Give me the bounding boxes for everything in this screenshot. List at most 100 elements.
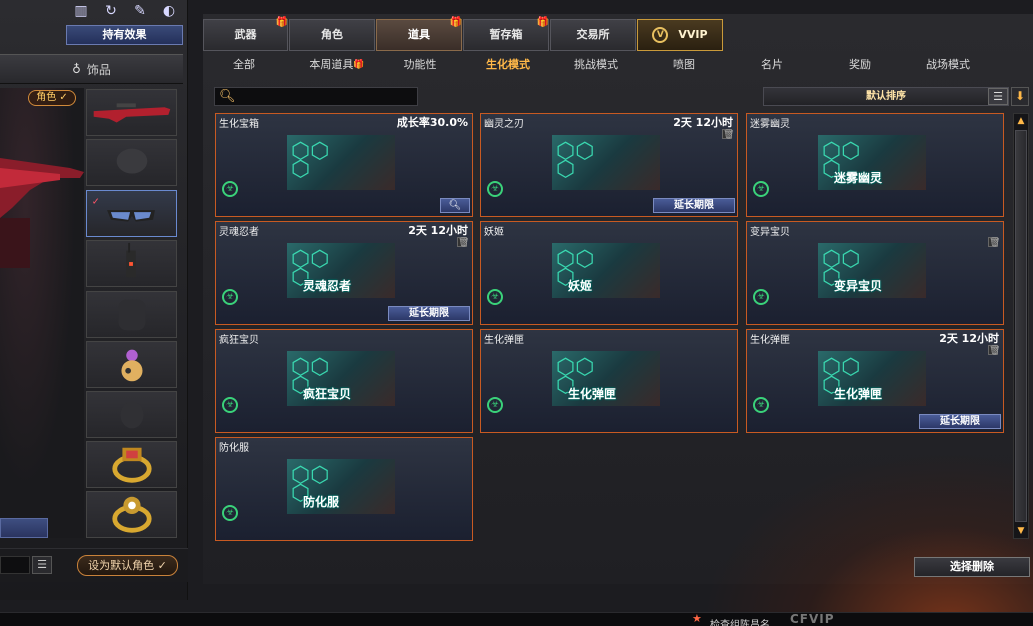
lock-icon[interactable]: 🗑 [722,129,734,140]
extend-period-button[interactable]: 延长期限 [653,198,735,213]
camera-icon[interactable]: ◐ [160,2,178,20]
notification-icon[interactable]: ★ [692,612,702,625]
search-input[interactable]: 🔍︎ [214,87,418,106]
radio-icon [126,242,136,278]
pose-icon[interactable]: ✎ [131,2,149,20]
lock-icon[interactable]: 🗑 [988,237,1000,248]
item-card[interactable]: 变异宝贝 🗑 ⬡⬡ ⬡ 变异宝贝 ☣ [746,221,1004,325]
slot-radio[interactable] [86,240,177,287]
backpack-icon [118,299,146,331]
taskbar-text: 检查组陈昌名 [710,620,770,626]
subtab-battlefield[interactable]: 战场模式 [918,58,978,72]
owned-effects-button[interactable]: 持有效果 [66,25,183,45]
hexagon-pattern-icon: ⬡⬡ ⬡ [291,139,330,182]
item-name: 灵魂忍者 [219,227,259,238]
item-card[interactable]: 生化宝箱 成长率30.0% ⬡⬡ ⬡ ☣ 🔍︎ [215,113,473,217]
slot-primary-weapon[interactable] [86,89,177,136]
left-filter-input[interactable] [0,556,30,574]
left-action-bar[interactable] [0,518,48,538]
rotate-icon[interactable]: ↻ [102,2,120,20]
tab-label: 暂存箱 [489,28,523,41]
item-caption: 变异宝贝 [834,279,883,293]
tab-characters[interactable]: 角色 [289,19,375,51]
accessory-tab-label: 饰品 [86,62,111,77]
item-name: 生化弹匣 [750,335,790,346]
ring-icon [112,447,152,483]
select-delete-button[interactable]: 选择删除 [914,557,1030,577]
item-card[interactable]: 生化弹匣 2天 12小时 🗑 ⬡⬡ ⬡ 生化弹匣 ☣ 延长期限 [746,329,1004,433]
tab-exchange[interactable]: 交易所 [550,19,636,51]
scrollbar-thumb[interactable] [1015,130,1027,522]
tab-weapons[interactable]: 武器 🎁 [203,18,288,51]
item-card[interactable]: 生化弹匣 ⬡⬡ ⬡ 生化弹匣 ☣ [480,329,738,433]
item-name: 疯狂宝贝 [219,335,259,346]
accessory-tab[interactable]: ♁ 饰品 [0,54,183,84]
item-card[interactable]: 灵魂忍者 2天 12小时 🗑 ⬡⬡ ⬡ 灵魂忍者 ☣ 延长期限 [215,221,473,325]
subtab-rewards[interactable]: 奖励 [830,58,890,72]
item-status: 2天 12小时 [673,116,733,129]
subtab-all[interactable]: 全部 [214,58,274,72]
item-card[interactable]: 幽灵之刃 2天 12小时 🗑 ⬡⬡ ⬡ ☣ 延长期限 [480,113,738,217]
gift-icon: 🎁 [536,17,549,28]
tab-label: VVIP [678,28,708,41]
pendant-icon [120,401,144,429]
set-default-role-button[interactable]: 设为默认角色 ✓ [77,555,178,576]
svg-text:✓: ✓ [92,196,100,207]
accessory-icon: ♁ [72,62,81,76]
tab-vvip[interactable]: V VVIP [637,19,723,51]
list-menu-icon[interactable]: ☰ [32,556,52,574]
slot-ring-1[interactable] [86,441,177,488]
lock-icon[interactable]: 🗑 [457,237,469,248]
item-card[interactable]: 防化服 ⬡⬡ ⬡ 防化服 ☣ [215,437,473,541]
scroll-down-icon[interactable]: ▼ [1014,524,1028,538]
subtab-zombie-mode[interactable]: 生化模式 [478,58,538,72]
extend-period-button[interactable]: 延长期限 [919,414,1001,429]
scroll-up-icon[interactable]: ▲ [1014,114,1028,128]
subtab-sprays[interactable]: 喷图 [654,58,714,72]
subtab-weekly[interactable]: 本周道具🎁 [302,58,372,72]
tab-storage[interactable]: 暂存箱 🎁 [463,17,549,51]
item-caption: 生化弹匣 [568,387,617,401]
subtab-cards[interactable]: 名片 [742,58,802,72]
item-name: 防化服 [219,443,249,454]
sort-dropdown[interactable]: 默认排序 [763,87,1009,106]
item-card[interactable]: 迷雾幽灵 ⬡⬡ ⬡ 迷雾幽灵 ☣ [746,113,1004,217]
stats-icon[interactable]: ▥ [72,2,90,20]
taskbar [0,612,1033,626]
biohazard-icon: ☣ [222,397,238,413]
item-caption: 灵魂忍者 [303,279,352,293]
biohazard-icon: ☣ [222,181,238,197]
tab-label: 道具 [408,28,430,41]
biohazard-icon: ☣ [222,289,238,305]
item-image: ⬡⬡ ⬡ 灵魂忍者 [287,243,395,298]
slot-gourd[interactable] [86,341,177,388]
biohazard-icon: ☣ [487,289,503,305]
item-card[interactable]: 疯狂宝贝 ⬡⬡ ⬡ 疯狂宝贝 ☣ [215,329,473,433]
extend-period-button[interactable]: 延长期限 [388,306,470,321]
lock-icon[interactable]: 🗑 [988,345,1000,356]
list-view-icon[interactable]: ☰ [988,88,1008,105]
subtab-challenge-mode[interactable]: 挑战模式 [566,58,626,72]
biohazard-icon: ☣ [753,289,769,305]
item-image: ⬡⬡ ⬡ 防化服 [287,459,395,514]
slot-ring-2[interactable] [86,491,177,538]
inspect-button[interactable]: 🔍︎ [440,198,470,213]
item-image: ⬡⬡ ⬡ [287,135,395,190]
item-name: 幽灵之刃 [484,119,524,130]
slot-pendant[interactable] [86,391,177,438]
biohazard-icon: ☣ [487,397,503,413]
left-panel: ▥ ↻ ✎ ◐ 持有效果 ♁ 饰品 角色 ✓ ✓ ☰ 设为默认角色 ✓ [0,0,188,600]
sort-direction-icon[interactable]: ⬇ [1011,87,1029,106]
subtab-functional[interactable]: 功能性 [390,58,450,72]
character-preview[interactable] [0,88,84,538]
slot-helmet[interactable] [86,139,177,186]
gourd-icon [121,349,143,382]
tab-label: 武器 [234,28,257,41]
character-badge[interactable]: 角色 ✓ [28,90,76,106]
rifle-icon [93,103,171,123]
tab-items[interactable]: 道具 🎁 [376,18,462,51]
slot-backpack[interactable] [86,291,177,338]
goggles-icon: ✓ [92,196,155,222]
slot-goggles[interactable]: ✓ [86,190,177,237]
item-card[interactable]: 妖姬 ⬡⬡ ⬡ 妖姬 ☣ [480,221,738,325]
